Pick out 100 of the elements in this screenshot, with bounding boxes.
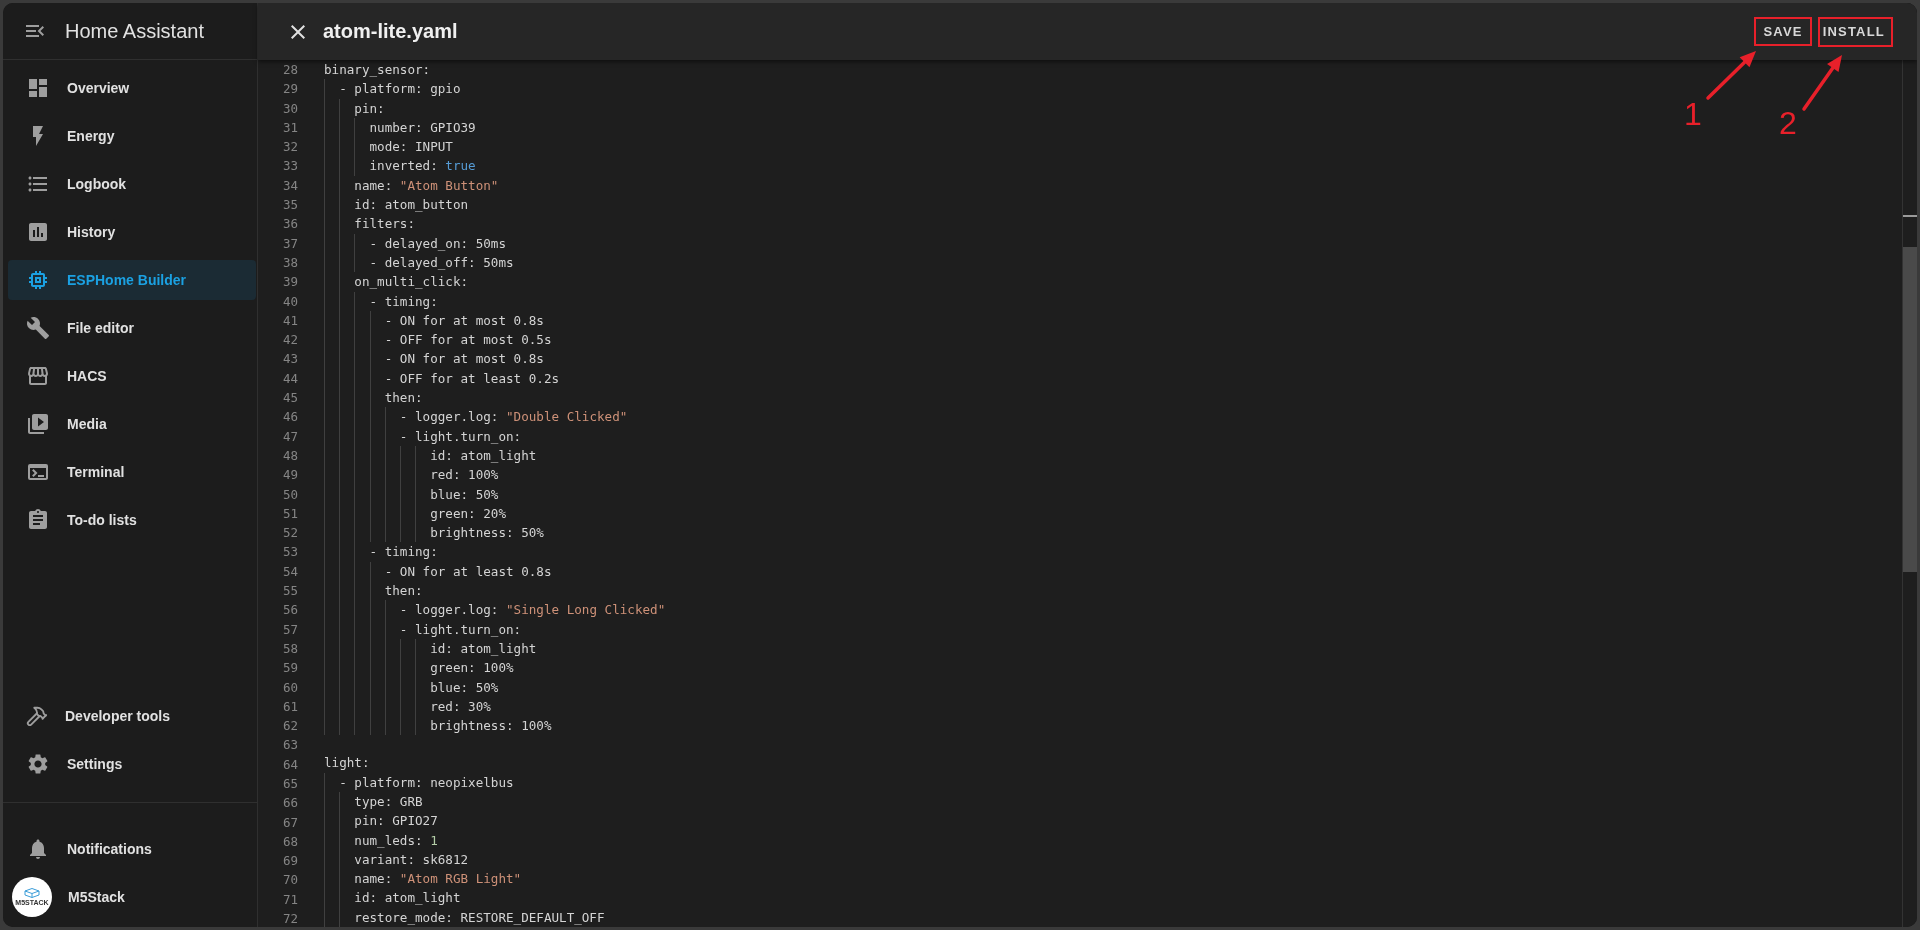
action-button[interactable]: SAVE [1753, 16, 1813, 47]
code-line: brightness: 100% [429, 717, 552, 736]
line-number: 47 [281, 427, 298, 446]
line-number: 63 [281, 736, 298, 755]
app-title: Home Assistant [65, 19, 204, 43]
code-line: blue: 50% [429, 485, 499, 504]
line-number: 37 [281, 234, 298, 253]
code-line: - light.turn_on: [398, 620, 522, 639]
chip-icon [26, 268, 50, 292]
line-number: 35 [281, 196, 298, 215]
line-number: 33 [281, 157, 298, 176]
line-number: 61 [281, 697, 298, 716]
code-line: light: [324, 754, 370, 773]
action-button[interactable]: INSTALL [1812, 16, 1895, 47]
code-line: brightness: 50% [429, 524, 544, 543]
annotation-arrow [1802, 55, 1842, 111]
code-line: then: [383, 582, 423, 600]
nav-item[interactable]: History [8, 212, 256, 252]
nav-item[interactable]: Developer tools [8, 696, 256, 736]
code-line: - logger.log: "Double Clicked" [398, 408, 628, 427]
nav-item[interactable]: HACS [8, 356, 256, 396]
code-line: pin: GPIO27 [353, 812, 438, 831]
line-number: 59 [281, 659, 298, 678]
wrench-icon [26, 316, 50, 340]
line-number: 41 [281, 311, 298, 330]
code-line: on_multi_click: [353, 273, 469, 292]
nav-item[interactable]: Energy [8, 116, 256, 156]
hammer-icon [26, 705, 48, 727]
line-number: 55 [281, 582, 298, 600]
box-logo-icon [24, 888, 40, 898]
code-line: - timing: [368, 543, 438, 562]
code-line: - ON for at least 0.8s [383, 562, 552, 581]
line-number: 60 [281, 678, 298, 697]
storefront-icon [26, 364, 50, 388]
line-number: 49 [281, 466, 298, 485]
code-line: binary_sensor: [324, 61, 431, 79]
nav-item[interactable]: Terminal [8, 452, 256, 492]
user-name: M5Stack [68, 889, 125, 905]
line-number: 31 [281, 118, 298, 137]
nav-item[interactable]: ESPHome Builder [8, 260, 256, 300]
code-line: red: 30% [429, 697, 491, 716]
line-number: 54 [281, 562, 298, 581]
line-number: 36 [281, 215, 298, 234]
code-line: - ON for at most 0.8s [383, 311, 544, 330]
line-number: 64 [281, 755, 298, 774]
code-line: id: atom_button [353, 196, 469, 215]
line-number: 56 [281, 601, 298, 620]
line-number: 58 [281, 639, 298, 658]
nav-item[interactable]: Notifications [8, 829, 256, 869]
nav-item[interactable]: Overview [8, 68, 256, 108]
code-line: num_leds: 1 [353, 831, 438, 850]
code-line: mode: INPUT [368, 138, 453, 157]
line-number: 40 [281, 292, 298, 311]
code-line: blue: 50% [429, 678, 499, 697]
file-title: atom-lite.yaml [323, 20, 459, 43]
nav-item[interactable]: Settings [8, 744, 256, 784]
annotation-number: 2 [1779, 105, 1797, 141]
line-number: 42 [281, 331, 298, 350]
scrollbar-thumb[interactable] [1903, 247, 1917, 572]
clipboard-list-icon [26, 508, 50, 532]
highlight-frame [1754, 17, 1812, 46]
code-line: id: atom_light [429, 446, 537, 465]
line-number: 46 [281, 408, 298, 427]
line-number: 62 [281, 717, 298, 736]
nav-item[interactable]: Logbook [8, 164, 256, 204]
code-line: number: GPIO39 [368, 118, 476, 137]
dashboard-icon [26, 76, 50, 100]
line-number: 29 [281, 80, 298, 99]
code-line: red: 100% [429, 466, 499, 485]
line-number: 30 [281, 99, 298, 118]
code-line: pin: [353, 99, 385, 118]
line-number: 70 [281, 871, 298, 890]
line-number: 51 [281, 504, 298, 523]
code-line: name: "Atom RGB Light" [353, 870, 522, 889]
code-line: variant: sk6812 [353, 850, 469, 869]
code-line: name: "Atom Button" [353, 176, 499, 195]
settings-icon [26, 752, 50, 776]
line-number: 52 [281, 524, 298, 543]
line-number: 34 [281, 176, 298, 195]
code-line: green: 100% [429, 659, 514, 678]
code-line: restore_mode: RESTORE_DEFAULT_OFF [353, 908, 605, 927]
line-number: 69 [281, 852, 298, 871]
line-number: 28 [281, 61, 298, 79]
line-number: 71 [281, 890, 298, 909]
line-number: 50 [281, 485, 298, 504]
code-line: then: [383, 389, 423, 408]
code-line: - platform: gpio [338, 80, 461, 99]
line-number: 48 [281, 446, 298, 465]
line-number: 45 [281, 389, 298, 408]
nav-item[interactable]: To-do lists [8, 500, 256, 540]
line-number: 43 [281, 350, 298, 369]
line-number: 65 [281, 775, 298, 793]
line-number: 57 [281, 620, 298, 639]
nav-item[interactable]: Media [8, 404, 256, 444]
play-library-icon [26, 412, 50, 436]
nav-item[interactable]: File editor [8, 308, 256, 348]
annotation-arrow [1706, 51, 1756, 100]
code-line: id: atom_light [353, 889, 461, 908]
scrollbar[interactable] [1902, 60, 1917, 927]
code-line: inverted: true [368, 157, 476, 176]
